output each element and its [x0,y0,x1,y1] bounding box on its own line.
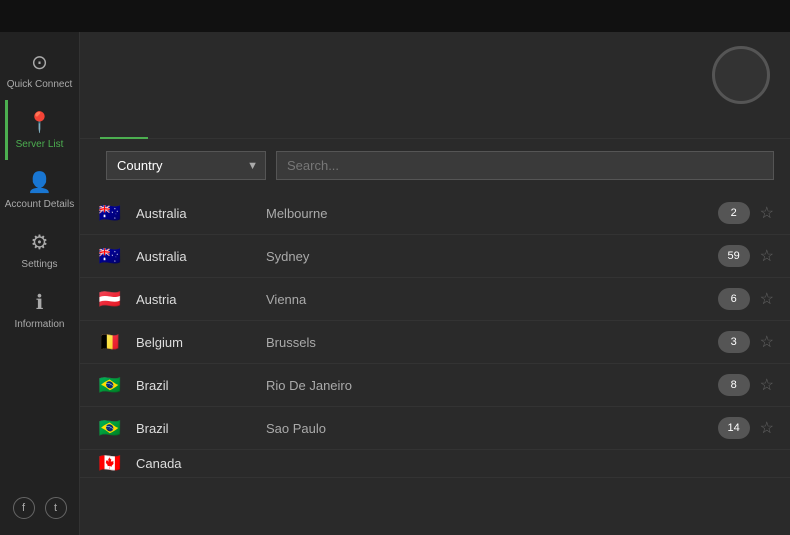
settings-label: Settings [21,259,57,270]
city-name: Vienna [266,292,718,307]
city-name: Sao Paulo [266,421,718,436]
content-area: Country City Server Load ▼ 🇦🇺 Australia … [80,32,790,535]
table-row[interactable]: 🇧🇷 Brazil Sao Paulo 14 ☆ [80,407,790,450]
minimize-button[interactable] [722,14,734,18]
server-count-badge: 2 [718,202,750,224]
favorite-button[interactable]: ☆ [760,289,774,309]
city-name: Melbourne [266,206,718,221]
tab-list[interactable] [100,118,148,138]
server-list-label: Server List [16,139,64,150]
favorite-button[interactable]: ☆ [760,203,774,223]
table-row[interactable]: 🇧🇷 Brazil Rio De Janeiro 8 ☆ [80,364,790,407]
favorite-button[interactable]: ☆ [760,246,774,266]
sidebar-item-settings[interactable]: ⚙ Settings [5,220,74,280]
settings-icon: ⚙ [31,230,49,255]
sort-select[interactable]: Country City Server Load [106,151,266,180]
favorite-button[interactable]: ☆ [760,375,774,395]
controls-bar: Country City Server Load ▼ [80,151,790,192]
title-bar [0,0,790,32]
server-count-badge: 6 [718,288,750,310]
sidebar-item-information[interactable]: ℹ Information [5,280,74,340]
power-button[interactable] [712,46,770,104]
country-name: Australia [136,249,266,264]
tab-filter[interactable] [196,118,244,138]
facebook-icon[interactable]: f [13,497,35,519]
flag-icon: 🇧🇷 [96,418,124,438]
table-row[interactable]: 🇦🇺 Australia Sydney 59 ☆ [80,235,790,278]
country-name: Canada [136,456,266,471]
sort-select-wrapper: Country City Server Load ▼ [106,151,266,180]
partial-row: 🇨🇦 Canada [80,450,790,478]
server-list-icon: 📍 [27,110,52,135]
country-name: Belgium [136,335,266,350]
table-row[interactable]: 🇧🇪 Belgium Brussels 3 ☆ [80,321,790,364]
sidebar: ⊙ Quick Connect 📍 Server List 👤 Account … [0,32,80,535]
sidebar-item-quick-connect[interactable]: ⊙ Quick Connect [5,40,74,100]
tab-map[interactable] [148,118,196,138]
server-count-badge: 3 [718,331,750,353]
information-label: Information [14,319,64,330]
city-name: Sydney [266,249,718,264]
country-name: Brazil [136,378,266,393]
account-label: Account Details [5,199,74,210]
favorite-button[interactable]: ☆ [760,418,774,438]
flag-icon: 🇦🇺 [96,246,124,266]
server-list: 🇦🇺 Australia Melbourne 2 ☆ 🇦🇺 Australia … [80,192,790,535]
sidebar-item-account[interactable]: 👤 Account Details [5,160,74,220]
server-count-badge: 14 [718,417,750,439]
server-count-badge: 8 [718,374,750,396]
header [80,32,790,118]
sidebar-footer: f t [13,497,67,527]
flag-icon: 🇨🇦 [96,454,124,474]
flag-icon: 🇦🇺 [96,203,124,223]
country-name: Australia [136,206,266,221]
window-controls [722,14,782,18]
table-row[interactable]: 🇦🇹 Austria Vienna 6 ☆ [80,278,790,321]
flag-icon: 🇧🇷 [96,375,124,395]
twitter-icon[interactable]: t [45,497,67,519]
table-row[interactable]: 🇦🇺 Australia Melbourne 2 ☆ [80,192,790,235]
server-count-badge: 59 [718,245,750,267]
close-button[interactable] [770,14,782,18]
country-name: Brazil [136,421,266,436]
restore-button[interactable] [746,14,758,18]
server-list-area: Country City Server Load ▼ 🇦🇺 Australia … [80,139,790,535]
quick-connect-label: Quick Connect [7,79,73,90]
favorite-button[interactable]: ☆ [760,332,774,352]
flag-icon: 🇧🇪 [96,332,124,352]
city-name: Rio De Janeiro [266,378,718,393]
account-icon: 👤 [27,170,52,195]
main-layout: ⊙ Quick Connect 📍 Server List 👤 Account … [0,32,790,535]
sidebar-item-server-list[interactable]: 📍 Server List [5,100,74,160]
tabs-bar [80,118,790,139]
search-input[interactable] [276,151,774,180]
quick-connect-icon: ⊙ [31,50,48,75]
country-name: Austria [136,292,266,307]
flag-icon: 🇦🇹 [96,289,124,309]
information-icon: ℹ [36,290,44,315]
city-name: Brussels [266,335,718,350]
